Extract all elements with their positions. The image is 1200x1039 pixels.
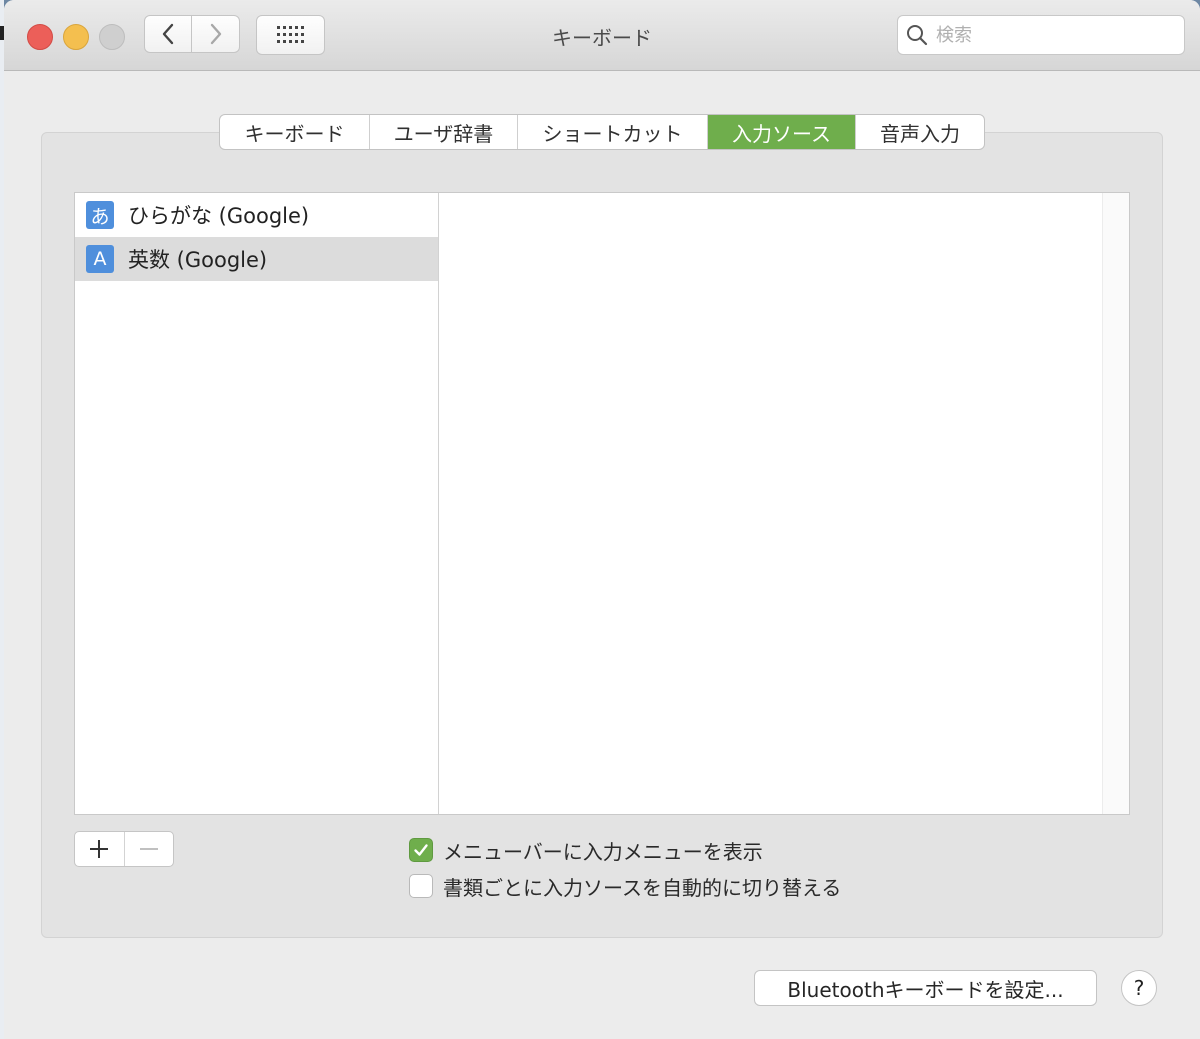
tab-bar: キーボード ユーザ辞書 ショートカット 入力ソース 音声入力 (219, 114, 985, 150)
hiragana-input-icon: あ (86, 201, 114, 229)
list-item[interactable]: A 英数 (Google) (75, 237, 438, 281)
auto-switch-checkbox[interactable] (409, 874, 433, 898)
input-source-list: あ ひらがな (Google) A 英数 (Google) (75, 193, 439, 814)
help-button[interactable]: ? (1121, 970, 1157, 1006)
input-source-detail (439, 193, 1101, 814)
list-item[interactable]: あ ひらがな (Google) (75, 193, 438, 237)
preferences-window: キーボード キーボード ユーザ辞書 ショートカット 入力ソース 音声入力 あ ひ… (4, 0, 1200, 1039)
list-item-label: 英数 (Google) (128, 248, 268, 272)
alphanumeric-input-icon: A (86, 245, 114, 273)
auto-switch-option[interactable]: 書類ごとに入力ソースを自動的に切り替える (409, 873, 842, 900)
add-button[interactable] (75, 832, 125, 866)
show-input-menu-checkbox[interactable] (409, 838, 433, 862)
show-input-menu-label: メニューバーに入力メニューを表示 (443, 839, 763, 864)
search-input[interactable] (934, 23, 1168, 47)
tab-shortcuts[interactable]: ショートカット (518, 115, 708, 149)
checkmark-icon (414, 844, 428, 856)
show-input-menu-option[interactable]: メニューバーに入力メニューを表示 (409, 837, 763, 864)
search-field[interactable] (897, 15, 1185, 55)
setup-bluetooth-keyboard-button[interactable]: Bluetoothキーボードを設定... (754, 970, 1097, 1006)
tab-dictation[interactable]: 音声入力 (856, 115, 984, 149)
auto-switch-label: 書類ごとに入力ソースを自動的に切り替える (443, 875, 842, 900)
title-bar: キーボード (4, 0, 1200, 71)
add-remove-buttons (74, 831, 174, 867)
scrollbar[interactable] (1102, 193, 1129, 814)
tab-input-sources[interactable]: 入力ソース (708, 115, 856, 149)
tab-user-dictionary[interactable]: ユーザ辞書 (370, 115, 518, 149)
remove-button[interactable] (125, 832, 174, 866)
search-icon (907, 25, 928, 46)
list-item-label: ひらがな (Google) (128, 204, 310, 228)
plus-icon (90, 840, 109, 858)
minus-icon (139, 848, 158, 850)
input-sources-box: あ ひらがな (Google) A 英数 (Google) (74, 192, 1130, 815)
tab-keyboard[interactable]: キーボード (220, 115, 370, 149)
